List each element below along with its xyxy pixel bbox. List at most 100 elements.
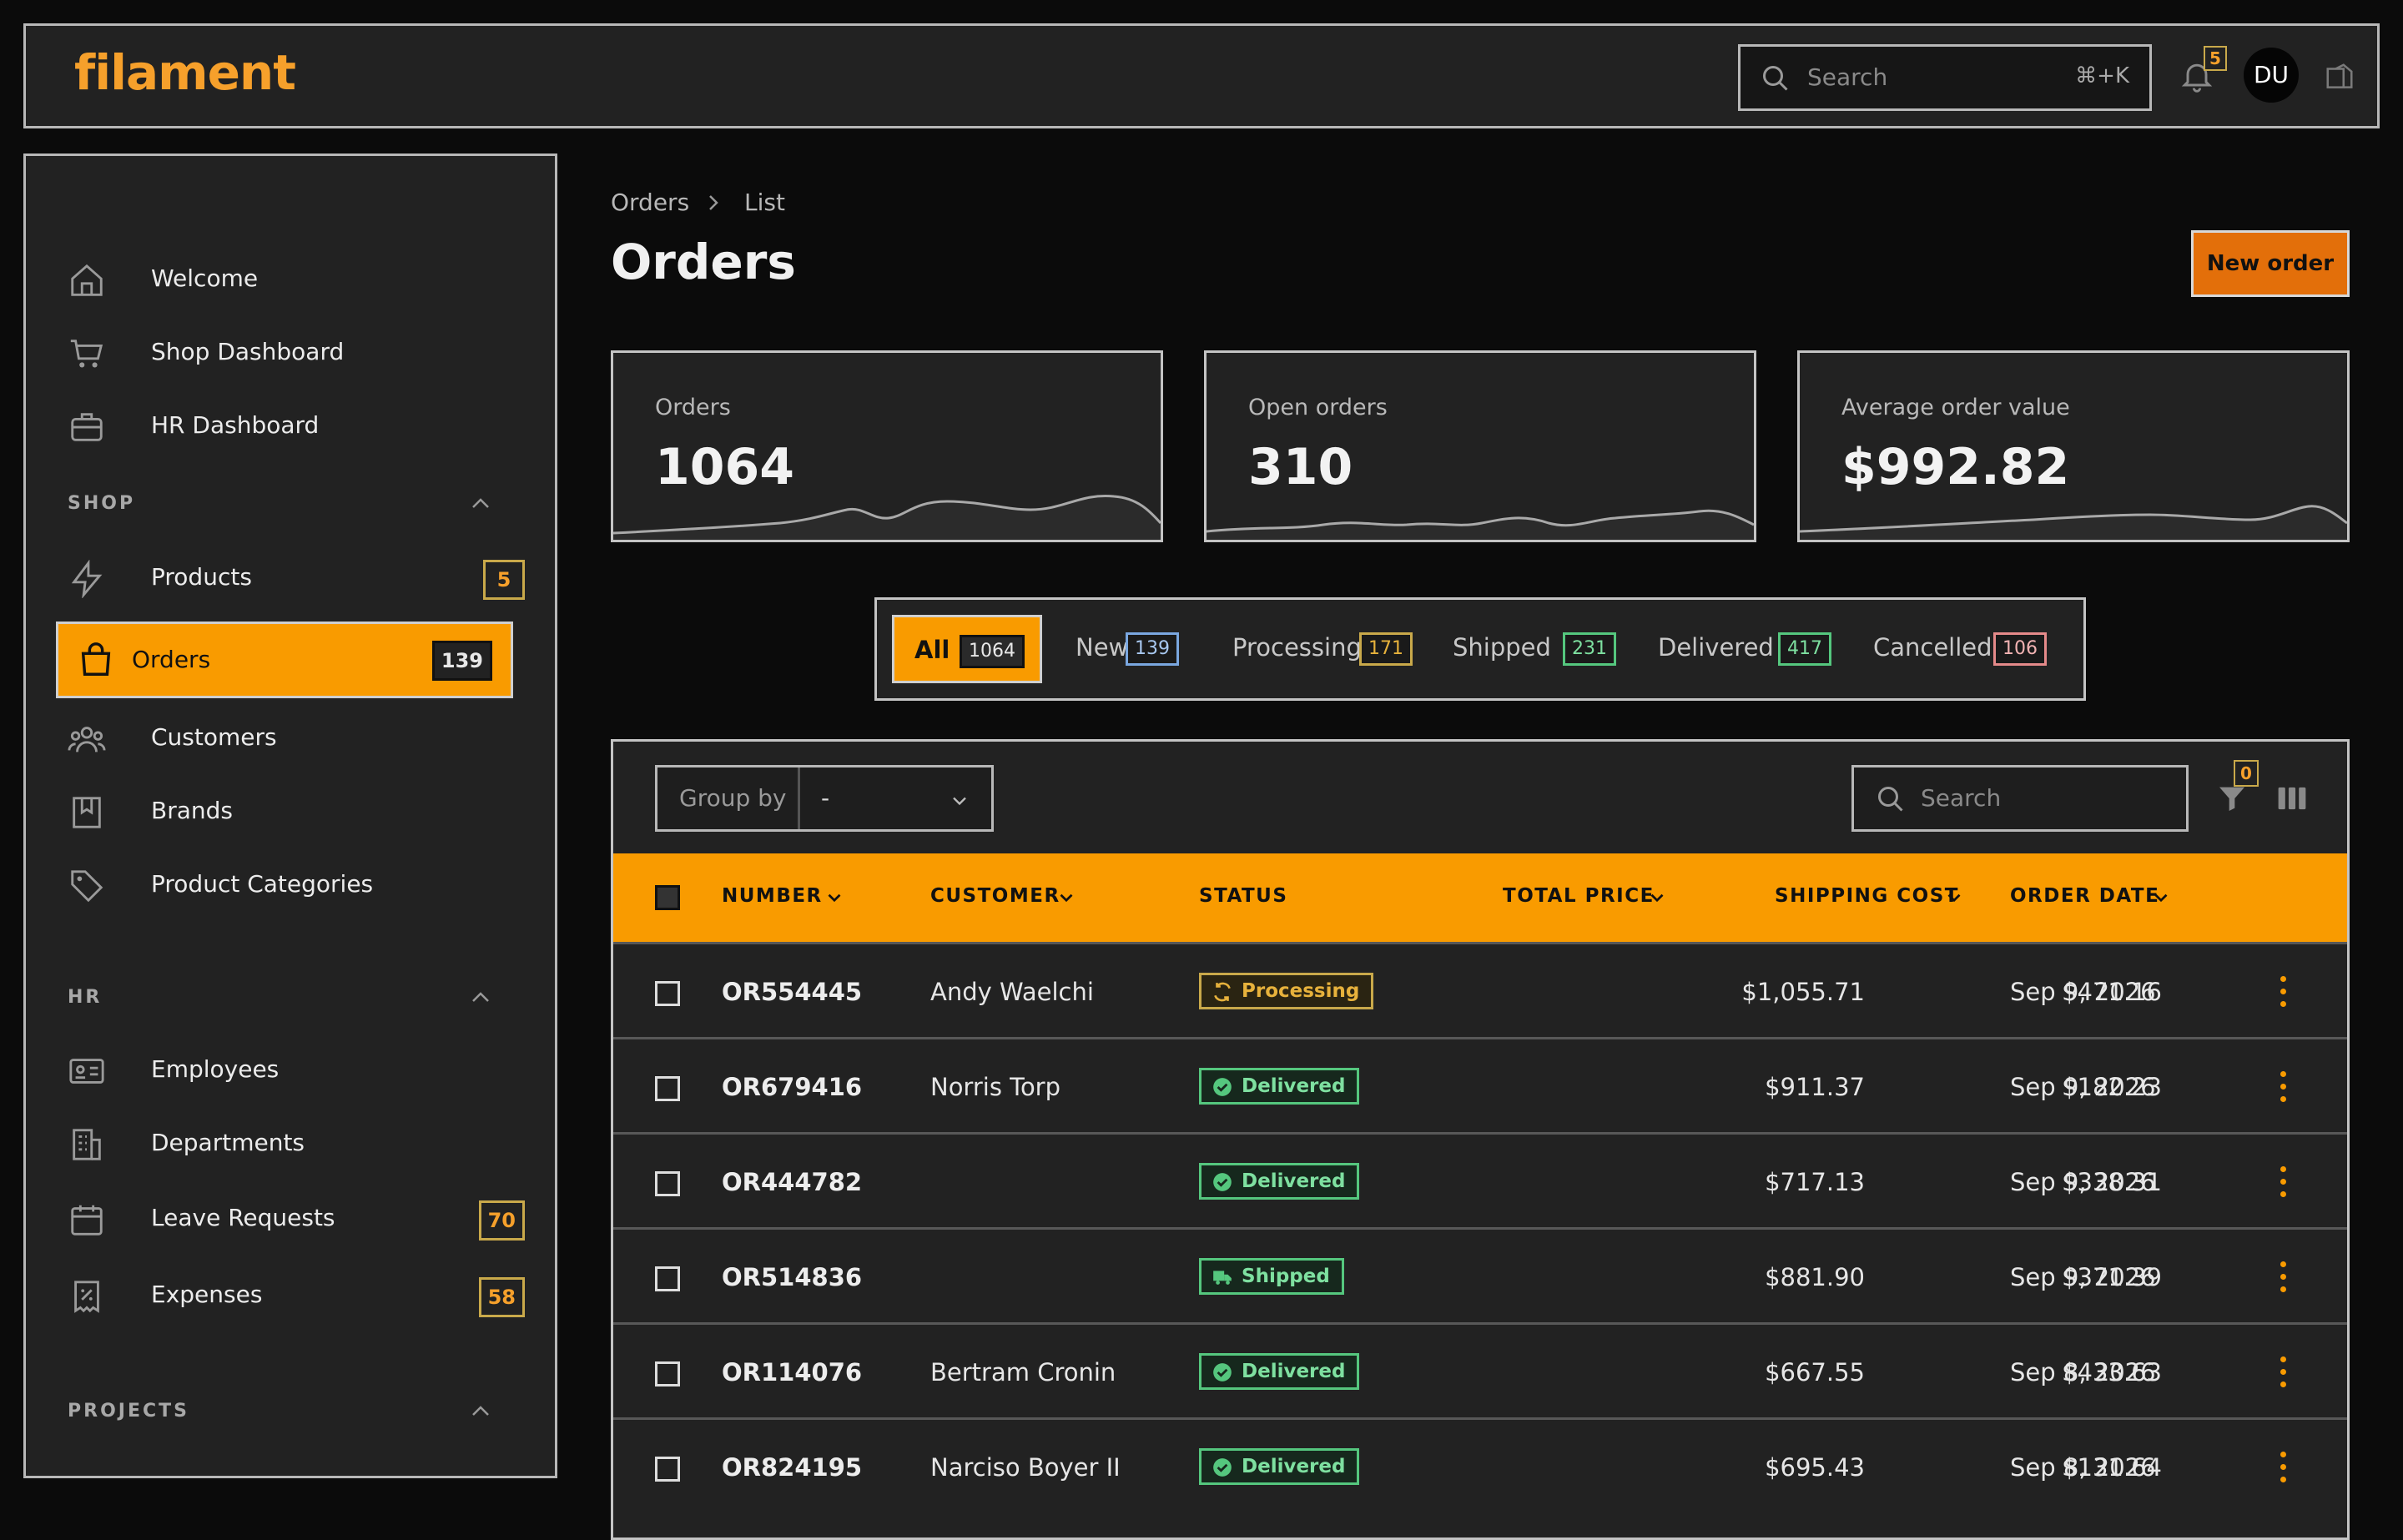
total-price: $1,055.71 <box>1741 978 1865 1006</box>
row-actions-icon[interactable] <box>2280 1261 2289 1295</box>
table-row[interactable]: OR824195 Narciso Boyer II Delivered $695… <box>613 1417 2347 1512</box>
user-avatar[interactable]: DU <box>2244 48 2299 103</box>
sidebar-item-expenses[interactable]: Expenses 58 <box>59 1261 543 1331</box>
sidebar-item-orders[interactable]: Orders 139 <box>56 622 513 698</box>
sidebar-item-leave-requests[interactable]: Leave Requests 70 <box>59 1184 543 1254</box>
status-badge-processing: Processing <box>1199 973 1374 1009</box>
row-actions-icon[interactable] <box>2280 1356 2289 1390</box>
row-checkbox[interactable] <box>655 1171 680 1196</box>
order-number[interactable]: OR824195 <box>722 1453 862 1482</box>
row-checkbox[interactable] <box>655 1266 680 1291</box>
column-header-order-date[interactable]: ORDER DATE <box>2010 885 2159 907</box>
sidebar-item-departments[interactable]: Departments <box>59 1109 543 1179</box>
column-header-shipping-cost[interactable]: SHIPPING COST <box>1775 885 1959 907</box>
column-header-number[interactable]: NUMBER <box>722 885 823 907</box>
global-search-placeholder: Search <box>1807 63 1888 91</box>
tab-new[interactable]: New 139 <box>1060 615 1211 683</box>
sidebar-item-shop-dashboard[interactable]: Shop Dashboard <box>59 318 543 388</box>
tag-icon <box>71 870 103 903</box>
status-badge-delivered: Delivered <box>1199 1068 1360 1105</box>
tab-delivered[interactable]: Delivered 417 <box>1631 615 1840 683</box>
order-number[interactable]: OR554445 <box>722 978 862 1006</box>
table-row[interactable]: OR514836 Shipped $881.90 $371.39 Sep 9, … <box>613 1227 2347 1322</box>
tab-all[interactable]: All 1064 <box>892 615 1042 683</box>
tab-processing[interactable]: Processing 171 <box>1217 615 1434 683</box>
sidebar-item-label: Employees <box>151 1055 280 1083</box>
chevron-down-icon[interactable] <box>824 887 845 908</box>
briefcase-icon <box>71 413 103 441</box>
filter-button[interactable]: 0 <box>2215 760 2259 815</box>
tab-label: All <box>914 636 950 664</box>
table-row[interactable]: OR554445 Andy Waelchi Processing $1,055.… <box>613 942 2347 1037</box>
order-number[interactable]: OR114076 <box>722 1358 862 1387</box>
order-date: Sep 9, 2026 <box>2010 978 2156 1006</box>
sidebar-item-product-categories[interactable]: Product Categories <box>59 850 543 920</box>
search-icon <box>1763 66 1788 91</box>
sidebar-item-label: Departments <box>151 1129 305 1156</box>
table-row[interactable]: OR444782 Delivered $717.13 $338.31 Sep 9… <box>613 1132 2347 1227</box>
row-actions-icon[interactable] <box>2280 1166 2289 1200</box>
total-price: $695.43 <box>1765 1453 1865 1482</box>
stat-value: 310 <box>1248 438 1353 496</box>
stat-value: 1064 <box>655 438 794 496</box>
total-price: $717.13 <box>1765 1168 1865 1196</box>
group-by-select[interactable]: Group by - <box>655 765 994 832</box>
chevron-up-icon[interactable] <box>468 495 493 511</box>
tab-count: 417 <box>1778 632 1831 666</box>
theme-toggle-icon[interactable] <box>2324 61 2355 93</box>
sidebar-item-brands[interactable]: Brands <box>59 777 543 847</box>
group-by-label: Group by <box>679 784 787 812</box>
stat-card-average-order-value: Average order value $992.82 <box>1797 350 2350 542</box>
order-number[interactable]: OR679416 <box>722 1073 862 1101</box>
new-order-button[interactable]: New order <box>2191 230 2350 297</box>
breadcrumb-orders-link[interactable]: Orders <box>611 189 689 216</box>
row-actions-icon[interactable] <box>2280 976 2289 1009</box>
row-actions-icon[interactable] <box>2280 1452 2289 1485</box>
tab-shipped[interactable]: Shipped 231 <box>1434 615 1626 683</box>
calendar-icon <box>71 1205 103 1236</box>
sidebar-item-customers[interactable]: Customers <box>59 703 543 773</box>
chevron-down-icon[interactable] <box>2150 887 2172 908</box>
row-checkbox[interactable] <box>655 1457 680 1482</box>
table-search-input[interactable]: Search <box>1851 765 2189 832</box>
select-all-checkbox[interactable] <box>655 885 680 910</box>
chevron-down-icon[interactable] <box>1943 887 1965 908</box>
truck-icon <box>1213 1271 1232 1285</box>
tab-count: 106 <box>1993 632 2047 666</box>
chevron-up-icon[interactable] <box>468 1402 493 1419</box>
order-number[interactable]: OR514836 <box>722 1263 862 1291</box>
row-checkbox[interactable] <box>655 1361 680 1387</box>
tab-cancelled[interactable]: Cancelled 106 <box>1845 615 2070 683</box>
chevron-up-icon[interactable] <box>468 989 493 1005</box>
sidebar-item-hr-dashboard[interactable]: HR Dashboard <box>59 391 543 461</box>
check-circle-icon <box>1213 1458 1232 1477</box>
sparkline <box>1800 505 2347 540</box>
status-label: Delivered <box>1242 1456 1346 1477</box>
check-circle-icon <box>1213 1173 1232 1191</box>
sidebar-item-welcome[interactable]: Welcome <box>59 244 543 315</box>
notifications-button[interactable]: 5 <box>2179 46 2227 94</box>
row-checkbox[interactable] <box>655 981 680 1006</box>
order-date: Sep 9, 2026 <box>2010 1073 2156 1101</box>
brand-logo[interactable]: filament <box>74 44 296 101</box>
row-checkbox[interactable] <box>655 1076 680 1101</box>
row-actions-icon[interactable] <box>2280 1071 2289 1105</box>
columns-icon[interactable] <box>2275 783 2309 813</box>
chevron-down-icon[interactable] <box>1055 887 1077 908</box>
sidebar-item-employees[interactable]: Employees <box>59 1035 543 1105</box>
order-number[interactable]: OR444782 <box>722 1168 862 1196</box>
users-icon <box>68 727 106 752</box>
status-tabs: All 1064 New 139 Processing 171 Shipped … <box>874 597 2086 701</box>
refresh-icon <box>1214 982 1231 1002</box>
sidebar-item-products[interactable]: Products 5 <box>59 543 543 613</box>
global-search-input[interactable]: Search ⌘+K <box>1738 44 2152 111</box>
status-label: Delivered <box>1242 1075 1346 1097</box>
status-label: Shipped <box>1242 1266 1330 1287</box>
column-header-total-price[interactable]: TOTAL PRICE <box>1503 885 1655 907</box>
chevron-down-icon[interactable] <box>1646 887 1668 908</box>
column-header-customer[interactable]: CUSTOMER <box>930 885 1060 907</box>
table-row[interactable]: OR114076 Bertram Cronin Delivered $667.5… <box>613 1322 2347 1417</box>
table-row[interactable]: OR679416 Norris Torp Delivered $911.37 $… <box>613 1037 2347 1132</box>
sparkline <box>1207 509 1754 540</box>
tab-count: 171 <box>1359 632 1413 666</box>
